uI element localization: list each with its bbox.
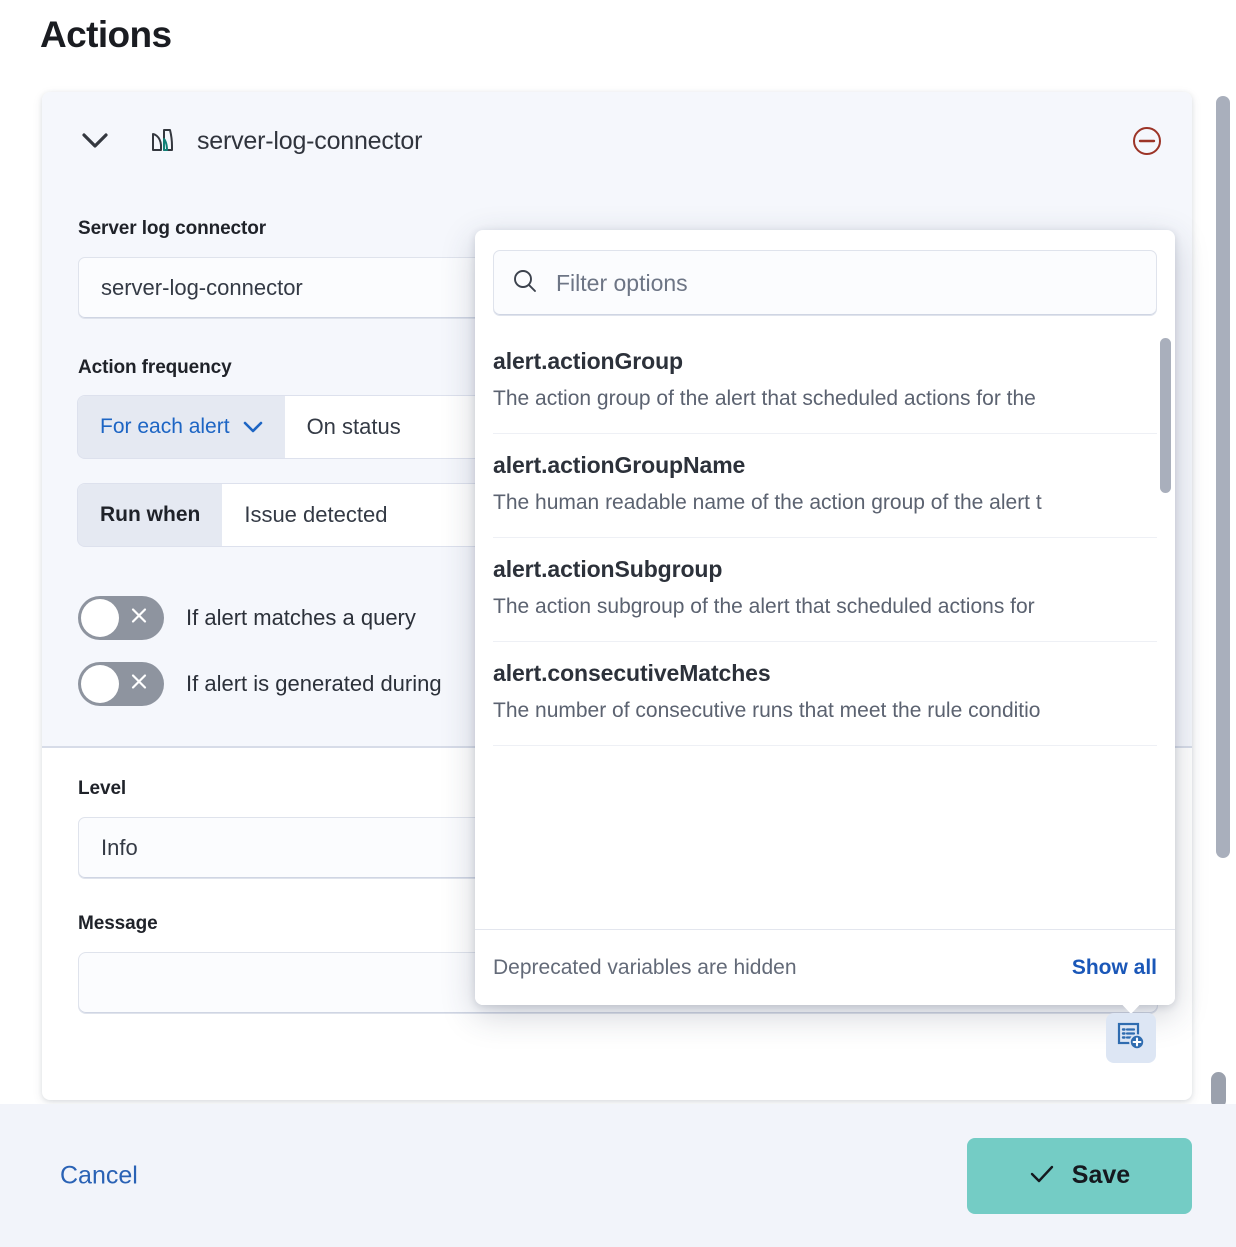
level-select-value: Info — [101, 835, 138, 861]
add-variable-button[interactable] — [1106, 1013, 1156, 1063]
variable-description: The action group of the alert that sched… — [493, 387, 1157, 411]
x-icon — [129, 606, 149, 631]
variable-name: alert.actionGroup — [493, 348, 1157, 375]
filter-options-input[interactable] — [556, 270, 1138, 297]
list-item[interactable]: alert.actionGroup The action group of th… — [493, 330, 1157, 434]
server-log-connector-icon — [148, 126, 178, 156]
variables-popover: alert.actionGroup The action group of th… — [475, 230, 1175, 1005]
variable-description: The action subgroup of the alert that sc… — [493, 595, 1157, 619]
save-button[interactable]: Save — [967, 1138, 1192, 1214]
variable-name: alert.actionGroupName — [493, 452, 1157, 479]
filter-options-field[interactable] — [493, 250, 1157, 316]
variables-list: alert.actionGroup The action group of th… — [475, 330, 1175, 930]
save-button-label: Save — [1072, 1161, 1130, 1190]
toggle-knob — [81, 599, 119, 637]
chevron-down-icon[interactable] — [78, 124, 112, 158]
run-when-value: Issue detected — [244, 502, 387, 528]
page-title: Actions — [40, 14, 171, 56]
popover-search-wrap — [475, 230, 1175, 330]
connector-title: server-log-connector — [197, 127, 422, 156]
show-all-link[interactable]: Show all — [1072, 956, 1157, 980]
check-icon — [1029, 1164, 1055, 1187]
action-card-header: server-log-connector — [42, 92, 1192, 190]
popover-footer: Deprecated variables are hidden Show all — [475, 929, 1175, 1005]
toggle-knob — [81, 665, 119, 703]
variable-name: alert.actionSubgroup — [493, 556, 1157, 583]
cancel-button[interactable]: Cancel — [60, 1161, 138, 1190]
frequency-select[interactable]: For each alert — [78, 396, 285, 458]
variables-list-scrollbar-thumb[interactable] — [1160, 338, 1171, 493]
list-item[interactable]: alert.actionGroupName The human readable… — [493, 434, 1157, 538]
variable-description: The human readable name of the action gr… — [493, 491, 1157, 515]
toggle-label-alert-matches-query: If alert matches a query — [186, 605, 416, 631]
toggle-alert-matches-query[interactable] — [78, 596, 164, 640]
variable-name: alert.consecutiveMatches — [493, 660, 1157, 687]
search-icon — [512, 268, 538, 299]
bottom-action-bar: Cancel Save — [0, 1104, 1236, 1247]
variable-description: The number of consecutive runs that meet… — [493, 699, 1157, 723]
chevron-down-icon — [243, 415, 263, 439]
page-scrollbar-thumb[interactable] — [1216, 96, 1230, 858]
add-variable-icon — [1116, 1021, 1146, 1056]
list-item[interactable]: alert.actionSubgroup The action subgroup… — [493, 538, 1157, 642]
toggle-alert-generated-during[interactable] — [78, 662, 164, 706]
x-icon — [129, 672, 149, 697]
status-change-value: On status — [307, 414, 401, 440]
list-item[interactable]: alert.consecutiveMatches The number of c… — [493, 642, 1157, 746]
frequency-select-label: For each alert — [100, 415, 230, 439]
run-when-label: Run when — [78, 484, 222, 546]
message-textarea-scrollbar-thumb[interactable] — [1211, 1072, 1226, 1108]
toggle-label-alert-generated-during: If alert is generated during — [186, 671, 442, 697]
deprecated-note: Deprecated variables are hidden — [493, 956, 797, 980]
minus-circle-icon[interactable] — [1128, 122, 1166, 160]
connector-select-value: server-log-connector — [101, 275, 303, 301]
